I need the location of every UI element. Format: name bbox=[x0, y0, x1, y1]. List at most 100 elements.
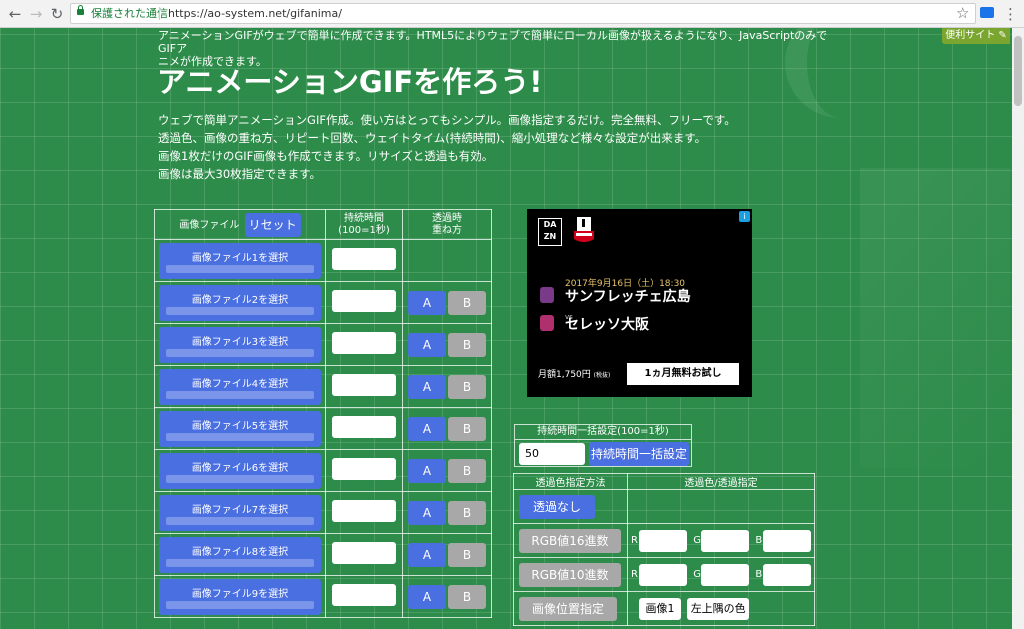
description-line: 画像は最大30枚指定できます。 bbox=[158, 167, 321, 181]
rgb-hex-button[interactable]: RGB値16進数 bbox=[519, 528, 621, 553]
overlay-a-button-5[interactable]: A bbox=[408, 416, 446, 441]
omnibox-separator bbox=[159, 7, 160, 20]
file-select-button-2[interactable]: 画像ファイル2を選択 bbox=[159, 284, 321, 321]
duration-input-3[interactable] bbox=[332, 332, 396, 354]
scrollbar-thumb[interactable] bbox=[1014, 36, 1022, 106]
duration-input-2[interactable] bbox=[332, 290, 396, 312]
back-icon[interactable]: ← bbox=[6, 5, 24, 23]
sanfrecce-emblem-icon bbox=[540, 287, 554, 303]
image-files-table: 画像ファイル リセット 持続時間 (100=1秒) 透過時 重ね方 画像ファイル… bbox=[154, 209, 492, 618]
description-line: ウェブで簡単アニメーションGIF作成。使い方はとってもシンプル。画像指定するだけ… bbox=[158, 113, 736, 127]
bulk-duration-panel: 持続時間一括設定(100=1秒) 50 持続時間一括設定 bbox=[514, 424, 692, 467]
table-row: 画像ファイル5を選択 AB bbox=[154, 407, 492, 450]
file-progress-bar bbox=[166, 432, 314, 441]
hex-b-input[interactable] bbox=[763, 529, 812, 552]
url-text[interactable]: https://ao-system.net/gifanima/ bbox=[168, 4, 342, 23]
description-line: 画像1枚だけのGIF画像も作成できます。リサイズと透過も有効。 bbox=[158, 149, 494, 163]
duration-input-5[interactable] bbox=[332, 416, 396, 438]
header-transparency-spec: 透過色/透過指定 bbox=[627, 473, 815, 490]
advertisement-banner[interactable]: DA ZN i 2017年9月16日（土）18:30 サンフレッチェ広島 vs セ… bbox=[527, 209, 752, 397]
hex-g-input[interactable] bbox=[701, 529, 750, 552]
file-select-button-3[interactable]: 画像ファイル3を選択 bbox=[159, 326, 321, 363]
badge-label: 便利サイト bbox=[945, 30, 996, 41]
extension-icon[interactable] bbox=[980, 7, 994, 18]
dec-b-input[interactable] bbox=[763, 563, 812, 586]
useful-sites-badge[interactable]: 便利サイト ✎ bbox=[942, 28, 1010, 44]
file-select-button-7[interactable]: 画像ファイル7を選択 bbox=[159, 494, 321, 531]
header-overlay-line1: 透過時 bbox=[432, 212, 462, 224]
file-progress-bar bbox=[166, 516, 314, 525]
overlay-a-button-9[interactable]: A bbox=[408, 584, 446, 609]
duration-input-6[interactable] bbox=[332, 458, 396, 480]
overlay-a-button-7[interactable]: A bbox=[408, 500, 446, 525]
duration-input-9[interactable] bbox=[332, 584, 396, 606]
overlay-a-button-2[interactable]: A bbox=[408, 290, 446, 315]
overlay-b-button-9[interactable]: B bbox=[448, 584, 486, 609]
forward-icon[interactable]: → bbox=[27, 5, 45, 23]
overlay-a-button-6[interactable]: A bbox=[408, 458, 446, 483]
table-row: 画像ファイル6を選択 AB bbox=[154, 449, 492, 492]
bookmark-star-icon[interactable]: ☆ bbox=[956, 4, 969, 22]
file-progress-bar bbox=[166, 348, 314, 357]
b-label: B bbox=[755, 569, 763, 580]
duration-input-8[interactable] bbox=[332, 542, 396, 564]
overlay-a-button-8[interactable]: A bbox=[408, 542, 446, 567]
file-select-button-5[interactable]: 画像ファイル5を選択 bbox=[159, 410, 321, 447]
file-select-label: 画像ファイル1を選択 bbox=[191, 252, 289, 264]
header-image-file-label: 画像ファイル bbox=[179, 219, 240, 231]
image-position-button[interactable]: 画像位置指定 bbox=[519, 596, 617, 621]
g-label: G bbox=[693, 535, 701, 546]
table-row: 画像ファイル3を選択 AB bbox=[154, 323, 492, 366]
scrollbar[interactable] bbox=[1012, 28, 1024, 629]
ad-info-icon[interactable]: i bbox=[739, 211, 750, 222]
header-overlay-line2: 重ね方 bbox=[432, 224, 462, 236]
bulk-duration-button[interactable]: 持続時間一括設定 bbox=[589, 442, 689, 466]
file-select-button-6[interactable]: 画像ファイル6を選択 bbox=[159, 452, 321, 489]
hex-r-input[interactable] bbox=[639, 529, 687, 552]
file-select-label: 画像ファイル5を選択 bbox=[191, 420, 289, 432]
file-select-button-1[interactable]: 画像ファイル1を選択 bbox=[159, 242, 321, 279]
table-row: 画像ファイル8を選択 AB bbox=[154, 533, 492, 576]
reset-button[interactable]: リセット bbox=[244, 212, 301, 237]
file-select-label: 画像ファイル7を選択 bbox=[191, 504, 289, 516]
rgb-dec-button[interactable]: RGB値10進数 bbox=[519, 562, 621, 587]
overlay-a-button-3[interactable]: A bbox=[408, 332, 446, 357]
address-bar[interactable]: 保護された通信 https://ao-system.net/gifanima/ bbox=[70, 3, 976, 24]
overlay-b-button-3[interactable]: B bbox=[448, 332, 486, 357]
overlay-b-button-6[interactable]: B bbox=[448, 458, 486, 483]
file-progress-bar bbox=[166, 600, 314, 609]
duration-input-1[interactable] bbox=[332, 248, 396, 270]
bulk-duration-input[interactable]: 50 bbox=[519, 443, 585, 465]
overlay-b-button-5[interactable]: B bbox=[448, 416, 486, 441]
file-progress-bar bbox=[166, 474, 314, 483]
file-select-button-9[interactable]: 画像ファイル9を選択 bbox=[159, 578, 321, 615]
ad-price: 月額1,750円 (税抜) bbox=[538, 367, 610, 380]
file-select-button-8[interactable]: 画像ファイル8を選択 bbox=[159, 536, 321, 573]
file-select-label: 画像ファイル4を選択 bbox=[191, 378, 289, 390]
background-sheen bbox=[860, 168, 1010, 468]
no-transparency-button[interactable]: 透過なし bbox=[519, 494, 595, 519]
overlay-cell-empty bbox=[402, 239, 492, 282]
overlay-a-button-4[interactable]: A bbox=[408, 374, 446, 399]
description: ウェブで簡単アニメーションGIF作成。使い方はとってもシンプル。画像指定するだけ… bbox=[158, 111, 798, 183]
ad-price-amount: 月額1,750円 bbox=[538, 370, 591, 380]
dec-g-input[interactable] bbox=[701, 563, 750, 586]
file-select-button-4[interactable]: 画像ファイル4を選択 bbox=[159, 368, 321, 405]
overlay-b-button-2[interactable]: B bbox=[448, 290, 486, 315]
file-select-label: 画像ファイル6を選択 bbox=[191, 462, 289, 474]
dec-r-input[interactable] bbox=[639, 563, 687, 586]
overlay-b-button-7[interactable]: B bbox=[448, 500, 486, 525]
free-trial-button[interactable]: 1ヵ月無料お試し bbox=[627, 363, 739, 385]
image1-select[interactable]: 画像1 bbox=[639, 597, 681, 620]
page-content: アニメーションGIFがウェブで簡単に作成できます。HTML5によりウェブで簡単に… bbox=[0, 28, 1012, 629]
duration-input-7[interactable] bbox=[332, 500, 396, 522]
ad-price-tax: (税抜) bbox=[593, 372, 611, 379]
overlay-b-button-8[interactable]: B bbox=[448, 542, 486, 567]
menu-dots-icon[interactable]: ⋮ bbox=[1003, 5, 1018, 23]
overlay-b-button-4[interactable]: B bbox=[448, 374, 486, 399]
jleague-logo-icon bbox=[574, 217, 594, 242]
reload-icon[interactable]: ↻ bbox=[48, 5, 66, 23]
duration-input-4[interactable] bbox=[332, 374, 396, 396]
top-left-color-select[interactable]: 左上隅の色 bbox=[687, 597, 750, 620]
lock-icon bbox=[77, 5, 84, 15]
